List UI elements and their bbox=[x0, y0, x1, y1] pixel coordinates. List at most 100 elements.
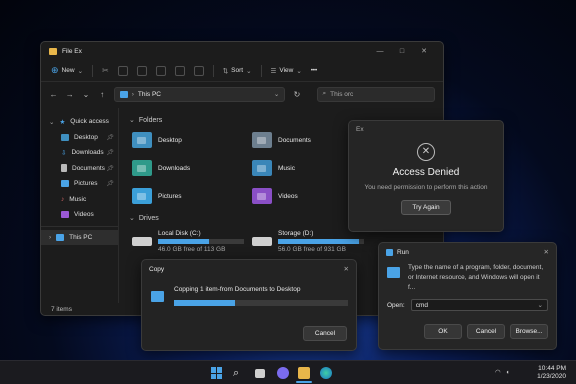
share-icon[interactable] bbox=[174, 65, 185, 76]
folder-name: Documents bbox=[278, 136, 311, 144]
new-button[interactable]: ⊕ New ⌄ bbox=[51, 65, 83, 76]
search-input[interactable]: ⌕ This orc bbox=[316, 86, 435, 102]
sidebar-item-label: Desktop bbox=[74, 133, 98, 141]
open-command-input[interactable]: cmd ⌄ bbox=[410, 299, 548, 311]
drive-usage-bar bbox=[278, 238, 364, 244]
up-arrow-icon[interactable]: ↑ bbox=[98, 90, 107, 99]
clock[interactable]: 10:44 PM 1/23/2020 bbox=[537, 365, 566, 381]
drive-name: Local Disk (C:) bbox=[158, 229, 201, 237]
active-app-indicator bbox=[296, 381, 312, 383]
pictures-icon bbox=[61, 180, 69, 188]
sidebar-item-this-pc[interactable]: › This PC bbox=[41, 229, 118, 245]
chevron-down-icon: ⌄ bbox=[77, 67, 84, 75]
status-bar-item-count: 7 items bbox=[51, 306, 72, 313]
clock-date: 1/23/2020 bbox=[537, 373, 566, 380]
access-denied-dialog: Ex ✕ Access Denied You need permission t… bbox=[348, 120, 504, 232]
cancel-copy-button[interactable]: Cancel bbox=[303, 326, 347, 341]
sidebar-item-documents[interactable]: Documents 📌︎ bbox=[41, 161, 118, 177]
edge-browser-icon[interactable] bbox=[320, 367, 332, 379]
divider bbox=[260, 64, 262, 77]
explorer-title: File Ex bbox=[62, 47, 82, 55]
view-button[interactable]: ☰ View ⌄ bbox=[271, 67, 302, 75]
run-dialog: Run ✕ Type the name of a program, folder… bbox=[378, 242, 557, 350]
maximize-button[interactable]: □ bbox=[391, 48, 413, 55]
chevron-right-icon: › bbox=[49, 233, 52, 241]
search-placeholder: This orc bbox=[330, 90, 354, 98]
chevron-down-icon[interactable]: ⌄ bbox=[81, 90, 90, 99]
divider bbox=[212, 64, 214, 77]
copy-titlebar[interactable]: Copy ✕ bbox=[142, 260, 356, 278]
command-bar: ⊕ New ⌄ ✂ ⇅ Sort ⌄ ☰ View ⌄ ••• bbox=[41, 60, 443, 82]
sidebar-item-label: Quick access bbox=[70, 118, 109, 126]
dialog-titlebar[interactable]: Ex bbox=[349, 121, 503, 137]
close-button[interactable]: ✕ bbox=[413, 47, 435, 55]
ok-button[interactable]: OK bbox=[424, 324, 462, 339]
delete-icon[interactable] bbox=[193, 65, 204, 76]
back-arrow-icon[interactable]: ← bbox=[49, 90, 58, 99]
computer-icon bbox=[56, 233, 65, 241]
drive-tile-c[interactable]: Local Disk (C:) 46.0 GB free of 113 GB bbox=[132, 227, 252, 255]
sidebar-item-music[interactable]: ♪ Music bbox=[41, 192, 118, 208]
folder-tile-pictures[interactable]: Pictures bbox=[132, 185, 252, 207]
chat-icon[interactable] bbox=[277, 367, 289, 379]
desktop-folder-icon bbox=[132, 132, 152, 148]
cut-icon[interactable]: ✂ bbox=[102, 66, 109, 75]
chevron-down-icon[interactable]: ⌄ bbox=[538, 301, 543, 309]
run-title: Run bbox=[397, 248, 409, 256]
music-folder-icon bbox=[252, 160, 272, 176]
dialog-title: Ex bbox=[356, 125, 364, 133]
section-title: Folders bbox=[138, 116, 163, 124]
open-label: Open: bbox=[387, 301, 405, 309]
try-again-button[interactable]: Try Again bbox=[401, 200, 451, 215]
pin-icon: 📌︎ bbox=[106, 165, 114, 172]
cancel-button[interactable]: Cancel bbox=[467, 324, 505, 339]
forward-arrow-icon[interactable]: → bbox=[65, 90, 74, 99]
explorer-titlebar[interactable]: File Ex — □ ✕ bbox=[41, 42, 443, 60]
address-bar[interactable]: › This PC ⌄ bbox=[113, 86, 286, 102]
new-label: New bbox=[61, 67, 75, 74]
sort-button[interactable]: ⇅ Sort ⌄ bbox=[223, 67, 252, 75]
sidebar-item-downloads[interactable]: ⇩ Downloads 📌︎ bbox=[41, 145, 118, 161]
search-icon[interactable]: ⌕ bbox=[233, 367, 245, 379]
browse-button[interactable]: Browse... bbox=[510, 324, 548, 339]
copy-title: Copy bbox=[149, 265, 165, 273]
folder-tile-downloads[interactable]: Downloads bbox=[132, 157, 252, 179]
chevron-down-icon: ⌄ bbox=[273, 91, 280, 98]
sidebar-item-videos[interactable]: Videos bbox=[41, 207, 118, 223]
close-icon[interactable]: ✕ bbox=[544, 248, 549, 256]
download-icon: ⇩ bbox=[61, 149, 67, 157]
task-view-icon[interactable] bbox=[255, 369, 265, 378]
system-tray[interactable]: ◠ ◖ bbox=[495, 368, 510, 377]
sidebar-item-pictures[interactable]: Pictures 📌︎ bbox=[41, 176, 118, 192]
start-button[interactable] bbox=[211, 367, 223, 379]
sort-icon: ⇅ bbox=[222, 67, 229, 75]
copy-progress-dialog: Copy ✕ Copping 1 item-from Documents to … bbox=[141, 259, 357, 351]
folder-tile-desktop[interactable]: Desktop bbox=[132, 129, 252, 151]
navigation-pane: ⌄ ★ Quick access Desktop 📌︎ ⇩ Downloads … bbox=[41, 108, 119, 303]
more-options-button[interactable]: ••• bbox=[311, 68, 317, 74]
folder-name: Music bbox=[278, 164, 295, 172]
chevron-down-icon: ⌄ bbox=[296, 67, 302, 75]
drive-usage-fill bbox=[158, 238, 209, 244]
address-path: This PC bbox=[137, 90, 161, 98]
paste-icon[interactable] bbox=[136, 65, 147, 76]
rename-icon[interactable] bbox=[155, 65, 166, 76]
minimize-button[interactable]: — bbox=[369, 48, 391, 55]
address-bar-row: ← → ⌄ ↑ › This PC ⌄ ↻ ⌕ This orc bbox=[41, 82, 443, 106]
error-icon: ✕ bbox=[417, 143, 435, 161]
dialog-heading: Access Denied bbox=[392, 167, 460, 178]
close-icon[interactable]: ✕ bbox=[344, 265, 349, 273]
refresh-icon[interactable]: ↻ bbox=[292, 90, 301, 99]
file-explorer-taskbar-icon[interactable] bbox=[298, 367, 310, 379]
chevron-down-icon: ⌄ bbox=[49, 118, 55, 126]
pin-icon: 📌︎ bbox=[106, 150, 114, 157]
folder-name: Downloads bbox=[158, 164, 191, 172]
run-titlebar[interactable]: Run ✕ bbox=[379, 243, 556, 261]
copy-icon[interactable] bbox=[117, 65, 128, 76]
copy-progress-fill bbox=[174, 300, 235, 306]
computer-icon bbox=[119, 90, 128, 98]
sidebar-item-desktop[interactable]: Desktop 📌︎ bbox=[41, 130, 118, 146]
run-icon bbox=[386, 248, 393, 256]
sidebar-item-quick-access[interactable]: ⌄ ★ Quick access bbox=[41, 114, 118, 130]
wifi-icon: ◠ bbox=[495, 369, 501, 376]
